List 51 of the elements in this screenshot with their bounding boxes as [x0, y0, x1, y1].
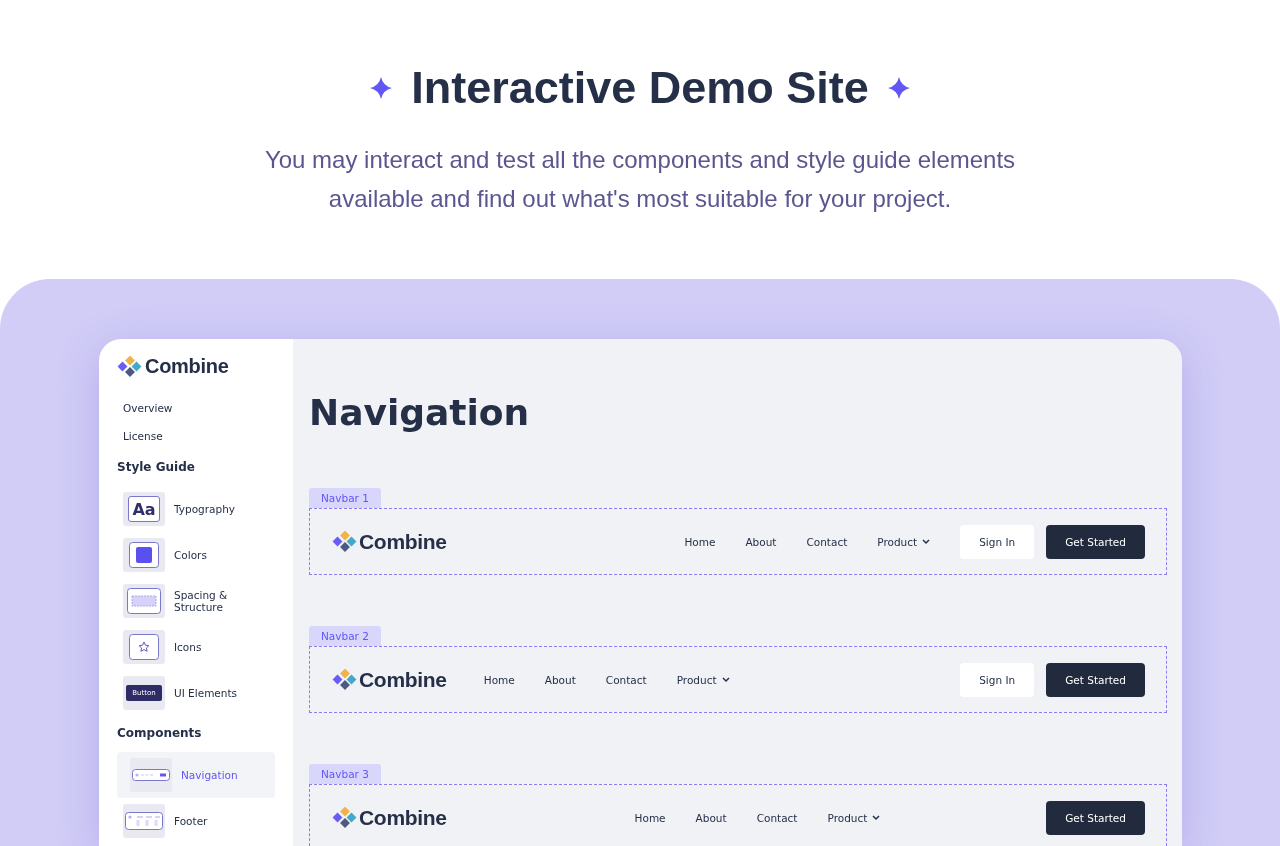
sidebar-item[interactable]: Spacing & Structure: [117, 578, 275, 624]
brand-name: Combine: [359, 529, 447, 554]
page-title: Interactive Demo Site: [411, 62, 869, 114]
nav-link[interactable]: Home: [468, 669, 530, 690]
nav-link[interactable]: Home: [669, 531, 731, 552]
nav-link[interactable]: Product: [812, 807, 896, 828]
nav-link[interactable]: About: [529, 669, 591, 690]
chevron-down-icon: [922, 538, 931, 545]
nav-link[interactable]: Contact: [741, 807, 813, 828]
chevron-down-icon: [721, 676, 730, 683]
section-heading: Components: [117, 726, 203, 742]
typography-icon: Aa: [128, 496, 160, 522]
brand-name: Combine: [145, 355, 229, 378]
sidebar-item[interactable]: Navigation: [117, 752, 275, 798]
sidebar-item[interactable]: Icons: [117, 624, 275, 670]
sidebar-item[interactable]: Colors: [117, 532, 275, 578]
color-swatch-icon: [129, 542, 159, 568]
section-title: Navigation: [309, 391, 531, 435]
brand-name: Combine: [359, 805, 447, 830]
navbar-icon: [132, 769, 170, 781]
nav-link[interactable]: Product: [862, 531, 946, 552]
brand-name: Combine: [359, 667, 447, 692]
navbar-label: Navbar 1: [309, 488, 381, 508]
nav-link[interactable]: Contact: [791, 531, 863, 552]
spacing-icon: [127, 588, 161, 614]
nav-link[interactable]: Home: [619, 807, 681, 828]
get-started-button[interactable]: Get Started: [1046, 662, 1145, 697]
nav-link[interactable]: About: [680, 807, 742, 828]
nav-link[interactable]: About: [730, 531, 792, 552]
logo-icon: [332, 530, 358, 553]
sparkle-icon: [886, 76, 911, 100]
nav-link[interactable]: Contact: [590, 669, 662, 690]
section-heading: Style Guide: [117, 460, 196, 476]
page-subtitle: You may interact and test all the components and style guide elements available and find out what's most suitable for your project.: [263, 145, 1017, 214]
sign-in-button[interactable]: Sign In: [960, 662, 1035, 697]
sidebar-link[interactable]: License: [123, 422, 275, 450]
sidebar-item[interactable]: Aa Typography: [117, 486, 275, 532]
sign-in-button[interactable]: Sign In: [960, 524, 1035, 559]
sparkle-icon: [369, 76, 394, 100]
nav-link[interactable]: Product: [661, 669, 745, 690]
logo-icon: [332, 806, 358, 829]
footer-icon: [125, 812, 163, 830]
logo-icon: [332, 668, 358, 691]
get-started-button[interactable]: Get Started: [1046, 524, 1145, 559]
get-started-button[interactable]: Get Started: [1046, 800, 1145, 835]
navbar-label: Navbar 2: [309, 626, 381, 646]
sidebar-item[interactable]: Footer: [117, 798, 275, 844]
sidebar-link[interactable]: Overview: [123, 394, 275, 422]
chevron-down-icon: [872, 814, 881, 821]
navbar-label: Navbar 3: [309, 764, 381, 784]
logo-icon: [117, 355, 143, 378]
